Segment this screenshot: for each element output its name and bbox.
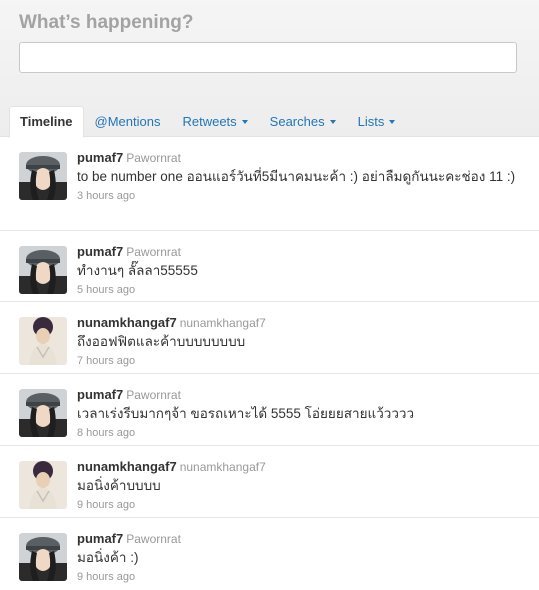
avatar[interactable] bbox=[19, 389, 67, 437]
tweet-full-name: Pawornrat bbox=[126, 151, 181, 165]
avatar[interactable] bbox=[19, 152, 67, 200]
tweet-timestamp[interactable]: 8 hours ago bbox=[77, 426, 529, 440]
tweet-text: มอนิ่งค้า :) bbox=[77, 550, 139, 565]
tweet: pumaf7 Pawornrat มอนิ่งค้า :) 9 hours ago bbox=[0, 518, 539, 590]
avatar-pumaf7-icon bbox=[19, 389, 67, 437]
tab-label: Searches bbox=[269, 114, 325, 129]
tweet: pumaf7 Pawornrat to be number one ออนแอร์… bbox=[0, 137, 539, 231]
avatar-pumaf7-icon bbox=[19, 152, 67, 200]
tweet-screen-name[interactable]: pumaf7 bbox=[77, 387, 123, 402]
tab-retweets[interactable]: Retweets bbox=[171, 106, 258, 136]
compose-prompt: What’s happening? bbox=[19, 12, 194, 33]
tweet-full-name: Pawornrat bbox=[126, 245, 181, 259]
avatar-nunamkhangaf7-icon bbox=[19, 461, 67, 509]
timeline-tabs: Timeline @Mentions Retweets Searches Lis… bbox=[9, 106, 407, 138]
tweet-timestamp[interactable]: 7 hours ago bbox=[77, 354, 529, 368]
avatar[interactable] bbox=[19, 461, 67, 509]
chevron-down-icon bbox=[329, 120, 336, 124]
tweet-full-name: Pawornrat bbox=[126, 532, 181, 546]
avatar[interactable] bbox=[19, 246, 67, 294]
chevron-down-icon bbox=[389, 120, 396, 124]
timeline: pumaf7 Pawornrat to be number one ออนแอร์… bbox=[0, 137, 539, 590]
tweet-screen-name[interactable]: pumaf7 bbox=[77, 531, 123, 546]
chevron-down-icon bbox=[241, 120, 248, 124]
tab-label: @Mentions bbox=[94, 114, 161, 129]
tweet: pumaf7 Pawornrat เวลาเร่งรีบมากๆจ้า ขอรถเ… bbox=[0, 374, 539, 446]
tab-label: Timeline bbox=[20, 114, 73, 129]
tweet: nunamkhangaf7 nunamkhangaf7 มอนิ่งค้าบบบบ… bbox=[0, 446, 539, 518]
tweet-screen-name[interactable]: pumaf7 bbox=[77, 150, 123, 165]
tab-searches[interactable]: Searches bbox=[259, 106, 347, 136]
tweet: nunamkhangaf7 nunamkhangaf7 ถึงออฟฟิตและค… bbox=[0, 302, 539, 374]
avatar-pumaf7-icon bbox=[19, 246, 67, 294]
avatar-pumaf7-icon bbox=[19, 533, 67, 581]
tweet-text: ถึงออฟฟิตและค้าบบบบบบบบ bbox=[77, 334, 246, 349]
tweet: pumaf7 Pawornrat ทำงานๆ ลั๊ลลา55555 5 hou… bbox=[0, 231, 539, 302]
tab-label: Retweets bbox=[182, 114, 237, 129]
tab-label: Lists bbox=[357, 114, 385, 129]
tweet-full-name: nunamkhangaf7 bbox=[179, 460, 266, 474]
tweet-timestamp[interactable]: 5 hours ago bbox=[77, 283, 529, 297]
tweet-text: เวลาเร่งรีบมากๆจ้า ขอรถเหาะได้ 5555 โอ่ย… bbox=[77, 406, 415, 421]
tweet-full-name: nunamkhangaf7 bbox=[179, 316, 266, 330]
tweet-text: ทำงานๆ ลั๊ลลา55555 bbox=[77, 263, 198, 278]
tab-mentions[interactable]: @Mentions bbox=[84, 106, 172, 136]
tweet-full-name: Pawornrat bbox=[126, 388, 181, 402]
avatar[interactable] bbox=[19, 533, 67, 581]
tweet-screen-name[interactable]: nunamkhangaf7 bbox=[77, 315, 177, 330]
tab-timeline[interactable]: Timeline bbox=[9, 106, 84, 138]
avatar[interactable] bbox=[19, 317, 67, 365]
tweet-screen-name[interactable]: pumaf7 bbox=[77, 244, 123, 259]
tweet-timestamp[interactable]: 9 hours ago bbox=[77, 570, 529, 584]
tab-lists[interactable]: Lists bbox=[347, 106, 407, 136]
tweet-input[interactable] bbox=[19, 42, 517, 73]
tweet-text: to be number one ออนแอร์วันที่5มีนาคมนะค… bbox=[77, 169, 516, 184]
compose-area: What’s happening? Timeline @Mentions Ret… bbox=[0, 0, 539, 138]
tweet-timestamp[interactable]: 9 hours ago bbox=[77, 498, 529, 512]
tweet-text: มอนิ่งค้าบบบบ bbox=[77, 478, 161, 493]
avatar-nunamkhangaf7-icon bbox=[19, 317, 67, 365]
tweet-timestamp[interactable]: 3 hours ago bbox=[77, 189, 529, 203]
tweet-screen-name[interactable]: nunamkhangaf7 bbox=[77, 459, 177, 474]
